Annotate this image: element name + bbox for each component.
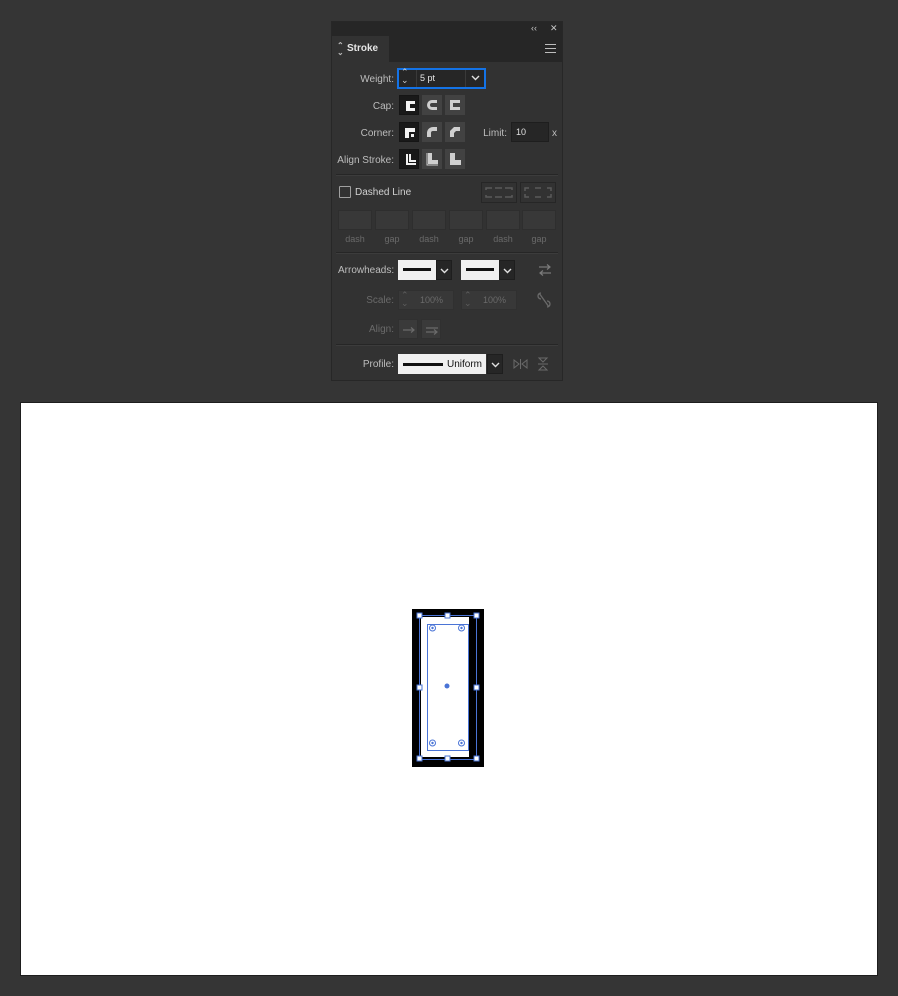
align-stroke-outside-button[interactable] — [445, 149, 465, 169]
panel-titlebar: ‹‹ ✕ — [332, 22, 562, 36]
chevron-down-icon[interactable] — [471, 75, 480, 81]
tab-options-icon: ⌃ ⌄ — [337, 41, 344, 57]
dash-label-1: dash — [345, 234, 365, 244]
end-arrowhead-dropdown[interactable] — [499, 260, 515, 280]
limit-field[interactable]: 10 — [511, 122, 549, 142]
panel-tabbar: ⌃ ⌄ Stroke — [332, 36, 562, 62]
arrowheads-label: Arrowheads: — [338, 265, 395, 276]
round-join-icon — [427, 127, 437, 137]
divider — [336, 252, 558, 254]
gap-field-2[interactable] — [449, 210, 483, 230]
butt-cap-button[interactable] — [399, 95, 419, 115]
collapse-panel-button[interactable]: ‹‹ — [531, 23, 537, 33]
flip-across-icon[interactable] — [537, 357, 549, 371]
round-cap-icon — [427, 100, 437, 110]
gap-label-2: gap — [458, 234, 474, 244]
profile-label: Profile: — [362, 359, 394, 370]
weight-input[interactable]: 5 pt — [420, 73, 435, 83]
gap-label-3: gap — [531, 234, 547, 244]
scale-label: Scale: — [366, 295, 394, 306]
uniform-profile-icon — [403, 363, 443, 366]
gap-label-1: gap — [384, 234, 400, 244]
profile-value: Uniform — [447, 359, 483, 370]
round-join-button[interactable] — [422, 122, 442, 142]
dash-label-3: dash — [493, 234, 513, 244]
divider — [336, 344, 558, 346]
miter-join-icon — [405, 128, 415, 138]
scale-stepper-icon: ⌃ ⌄ — [401, 290, 409, 308]
chevron-down-icon — [491, 362, 500, 368]
arrow-tip-end-icon — [426, 327, 438, 335]
bevel-join-icon — [450, 127, 460, 137]
panel-menu-icon[interactable] — [545, 44, 556, 53]
tab-stroke-label: Stroke — [347, 43, 379, 54]
dash-align-icon — [524, 187, 552, 198]
start-arrowhead-dropdown[interactable] — [436, 260, 452, 280]
align-center-icon — [406, 154, 416, 165]
align-outside-icon — [450, 153, 461, 165]
align-stroke-center-button[interactable] — [399, 149, 419, 169]
dashed-line-checkbox[interactable] — [339, 186, 351, 198]
no-arrow-line-icon — [403, 268, 431, 271]
selected-rectangle[interactable] — [411, 608, 486, 770]
start-scale-input[interactable]: 100% — [420, 295, 443, 305]
end-arrowhead-select[interactable] — [461, 260, 499, 280]
start-scale-field[interactable]: ⌃ ⌄ 100% — [398, 290, 454, 310]
align-inside-icon — [426, 153, 438, 166]
weight-stepper-icon[interactable]: ⌃ ⌄ — [401, 68, 409, 85]
gap-field-3[interactable] — [522, 210, 556, 230]
dashed-line-label: Dashed Line — [355, 187, 412, 198]
no-arrow-line-icon — [466, 268, 494, 271]
dash-field-2[interactable] — [412, 210, 446, 230]
profile-dropdown[interactable] — [487, 354, 503, 374]
chevron-down-icon — [440, 268, 449, 274]
weight-label: Weight: — [360, 74, 394, 85]
end-scale-input[interactable]: 100% — [483, 295, 506, 305]
arrow-tip-beyond-icon — [403, 327, 415, 333]
profile-select[interactable]: Uniform — [398, 354, 486, 374]
dash-field-1[interactable] — [338, 210, 372, 230]
projecting-cap-icon — [450, 100, 460, 110]
chevron-down-icon — [503, 268, 512, 274]
stroke-panel: ‹‹ ✕ ⌃ ⌄ Stroke Weight: ⌃ ⌄ 5 pt Cap: Corn… — [331, 21, 563, 381]
dash-preserve-icon — [485, 187, 513, 198]
close-panel-button[interactable]: ✕ — [550, 23, 558, 34]
align-stroke-label: Align Stroke: — [337, 155, 394, 166]
miter-join-button[interactable] — [399, 122, 419, 142]
projecting-cap-button[interactable] — [445, 95, 465, 115]
flip-along-icon[interactable] — [513, 358, 528, 370]
end-scale-field[interactable]: ⌃ ⌄ 100% — [461, 290, 517, 310]
butt-cap-icon — [406, 101, 415, 111]
tab-stroke[interactable]: ⌃ ⌄ Stroke — [332, 36, 389, 62]
round-cap-button[interactable] — [422, 95, 442, 115]
link-scale-icon[interactable] — [537, 291, 551, 309]
scale-stepper-icon: ⌃ ⌄ — [464, 290, 472, 308]
artboard[interactable] — [20, 402, 878, 976]
swap-arrowheads-icon[interactable] — [538, 264, 552, 276]
dash-field-3[interactable] — [486, 210, 520, 230]
limit-unit: x — [552, 128, 557, 139]
place-arrow-at-end-button[interactable] — [421, 319, 441, 339]
extend-arrow-tip-button[interactable] — [398, 319, 418, 339]
weight-field[interactable]: ⌃ ⌄ 5 pt — [397, 68, 486, 89]
align-stroke-inside-button[interactable] — [422, 149, 442, 169]
preserve-dash-button[interactable] — [481, 182, 517, 203]
corner-label: Corner: — [360, 128, 394, 139]
start-arrowhead-select[interactable] — [398, 260, 436, 280]
divider — [336, 174, 558, 176]
align-arrows-label: Align: — [368, 324, 394, 335]
bevel-join-button[interactable] — [445, 122, 465, 142]
gap-field-1[interactable] — [375, 210, 409, 230]
cap-label: Cap: — [372, 101, 394, 112]
dash-label-2: dash — [419, 234, 439, 244]
align-dash-corners-button[interactable] — [520, 182, 556, 203]
limit-input[interactable]: 10 — [516, 127, 526, 137]
limit-label: Limit: — [483, 128, 507, 139]
